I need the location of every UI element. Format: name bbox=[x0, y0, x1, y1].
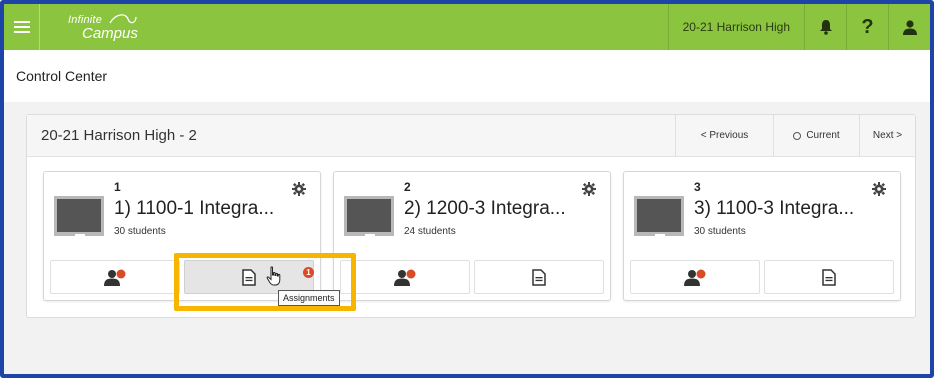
gear-icon[interactable] bbox=[582, 182, 596, 196]
help-button[interactable]: ? bbox=[846, 4, 888, 50]
roster-icon bbox=[104, 269, 126, 286]
roster-icon bbox=[684, 269, 706, 286]
section-name: 1) 1100-1 Integra... bbox=[114, 198, 275, 219]
logo-line2: Campus bbox=[82, 25, 138, 42]
radio-circle-icon bbox=[793, 131, 802, 140]
chalkboard-icon bbox=[54, 196, 104, 237]
card-actions bbox=[340, 260, 604, 294]
chalkboard-icon bbox=[344, 196, 394, 237]
menu-button[interactable] bbox=[4, 4, 40, 50]
previous-button[interactable]: < Previous bbox=[675, 114, 773, 157]
current-label: Current bbox=[806, 130, 840, 141]
assignments-icon bbox=[242, 268, 256, 286]
user-icon bbox=[902, 20, 917, 35]
roster-button[interactable] bbox=[50, 260, 180, 294]
assignments-button[interactable] bbox=[474, 260, 604, 294]
assignments-icon bbox=[822, 268, 836, 286]
current-button[interactable]: Current bbox=[773, 114, 859, 157]
section-name: 2) 1200-3 Integra... bbox=[404, 198, 566, 219]
next-button[interactable]: Next > bbox=[859, 114, 915, 157]
student-count: 24 students bbox=[404, 226, 456, 237]
page-title: Control Center bbox=[16, 68, 108, 84]
menu-icon bbox=[13, 21, 30, 33]
period-number: 2 bbox=[404, 180, 411, 194]
assignments-button[interactable]: 1 bbox=[184, 260, 314, 294]
chalkboard-icon bbox=[634, 196, 684, 237]
roster-icon bbox=[394, 269, 416, 286]
section-card[interactable]: 2 2) 1200-3 Integra... 24 students bbox=[333, 171, 611, 301]
assignments-button[interactable] bbox=[764, 260, 894, 294]
bell-icon bbox=[819, 20, 832, 35]
card-actions bbox=[630, 260, 894, 294]
period-number: 3 bbox=[694, 180, 701, 194]
section-card[interactable]: 3 3) 1100-3 Integra... 30 students bbox=[623, 171, 901, 301]
app-window: Infinite Campus 20-21 Harrison High ? Co… bbox=[0, 0, 934, 378]
gear-icon[interactable] bbox=[872, 182, 886, 196]
page-background bbox=[4, 328, 930, 374]
user-menu-button[interactable] bbox=[888, 4, 930, 50]
notifications-button[interactable] bbox=[804, 4, 846, 50]
section-name: 3) 1100-3 Integra... bbox=[694, 198, 855, 219]
panel-title: 20-21 Harrison High - 2 bbox=[41, 127, 197, 144]
student-count: 30 students bbox=[694, 226, 746, 237]
help-icon: ? bbox=[861, 15, 874, 38]
assignments-badge: 1 bbox=[303, 267, 314, 278]
sections-panel: 20-21 Harrison High - 2 < Previous Curre… bbox=[26, 114, 916, 318]
panel-header: 20-21 Harrison High - 2 < Previous Curre… bbox=[27, 114, 915, 157]
roster-button[interactable] bbox=[630, 260, 760, 294]
pointer-cursor-icon bbox=[266, 266, 281, 286]
gear-icon[interactable] bbox=[292, 182, 306, 196]
logo-swoosh-icon bbox=[109, 14, 137, 24]
assignments-icon bbox=[532, 268, 546, 286]
period-number: 1 bbox=[114, 180, 121, 194]
top-bar: Infinite Campus 20-21 Harrison High ? bbox=[4, 4, 930, 50]
assignments-tooltip: Assignments bbox=[278, 290, 340, 306]
roster-button[interactable] bbox=[340, 260, 470, 294]
school-selector[interactable]: 20-21 Harrison High bbox=[667, 4, 804, 50]
student-count: 30 students bbox=[114, 226, 166, 237]
infinite-campus-logo[interactable]: Infinite Campus bbox=[68, 14, 138, 42]
page-header: Control Center bbox=[4, 50, 930, 102]
